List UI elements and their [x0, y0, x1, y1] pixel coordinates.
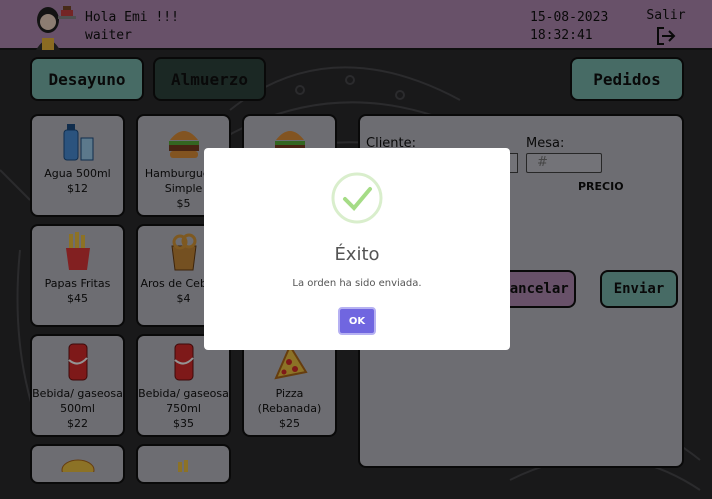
- success-dialog: Éxito La orden ha sido enviada. OK: [204, 148, 510, 350]
- dialog-message: La orden ha sido enviada.: [292, 278, 422, 289]
- dialog-title: Éxito: [334, 244, 380, 265]
- ok-button[interactable]: OK: [338, 307, 376, 335]
- success-check-icon: [331, 172, 383, 224]
